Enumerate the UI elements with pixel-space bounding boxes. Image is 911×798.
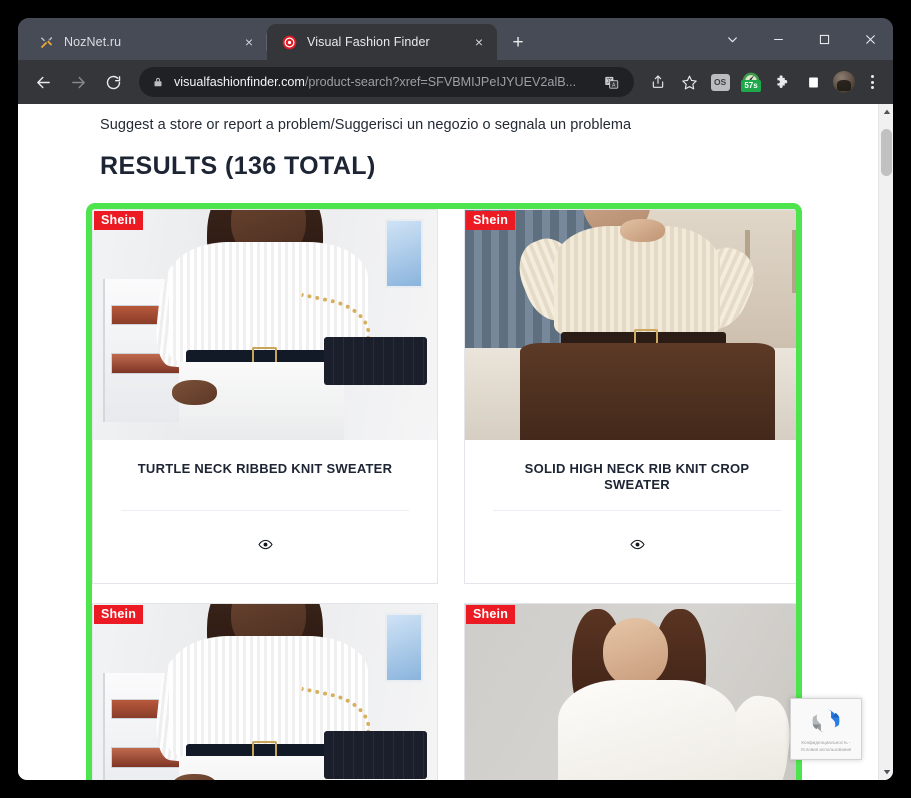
product-card[interactable]: Shein — [464, 603, 796, 780]
minimize-icon[interactable] — [755, 18, 801, 60]
scrollbar-thumb[interactable] — [881, 129, 892, 176]
product-image[interactable]: Shein — [93, 604, 437, 780]
store-badge: Shein — [94, 605, 144, 624]
product-card[interactable]: Shein — [92, 603, 438, 780]
extension-os-label: OS — [710, 73, 730, 91]
maximize-icon[interactable] — [801, 18, 847, 60]
tab-close-button[interactable]: × — [469, 32, 489, 52]
product-actions — [465, 511, 796, 583]
suggest-store-link[interactable]: Suggest a store or report a problem/Sugg… — [100, 104, 878, 133]
translate-icon[interactable]: 文 A — [598, 69, 624, 95]
product-image[interactable]: Shein — [93, 210, 437, 440]
three-dot-menu-icon[interactable] — [859, 68, 885, 96]
store-badge: Shein — [94, 211, 144, 230]
store-badge: Shein — [466, 605, 516, 624]
product-image[interactable]: Shein — [465, 604, 796, 780]
reload-icon[interactable] — [98, 67, 128, 97]
extension-timer-icon[interactable]: 57s — [738, 68, 764, 96]
browser-tab-title: Visual Fashion Finder — [307, 35, 430, 49]
product-title: TURTLE NECK RIBBED KNIT SWEATER — [137, 461, 393, 476]
recaptcha-badge[interactable]: Конфиденциальность - Условия использован… — [790, 698, 862, 760]
side-panel-icon[interactable] — [800, 68, 826, 96]
scroll-up-arrow-icon[interactable] — [879, 104, 893, 120]
new-tab-button[interactable]: + — [504, 28, 532, 56]
page-title: RESULTS (136 TOTAL) — [100, 152, 376, 180]
product-image[interactable]: Shein — [465, 210, 796, 440]
tools-icon — [38, 34, 55, 51]
page-header-area: Suggest a store or report a problem/Sugg… — [18, 104, 878, 181]
product-grid: Shein TURTLE NECK RIBBED KNIT SWEATER Sh… — [92, 209, 796, 780]
store-badge: Shein — [466, 211, 516, 230]
address-bar-text: visualfashionfinder.com/product-search?x… — [174, 75, 596, 89]
close-icon[interactable] — [847, 18, 893, 60]
recaptcha-icon — [812, 709, 840, 733]
results-highlight-frame: Shein TURTLE NECK RIBBED KNIT SWEATER Sh… — [86, 203, 802, 780]
product-photo-illustration — [465, 604, 796, 780]
address-bar-path: /product-search?xref=SFVBMIJPeIJYUEV2alB… — [304, 75, 577, 89]
extension-timer-badge: 57s — [741, 80, 761, 92]
product-photo-illustration — [93, 604, 437, 780]
recaptcha-legal-text: Конфиденциальность - Условия использован… — [798, 738, 855, 753]
product-card[interactable]: Shein SOLID HIGH NECK RIB KNIT CROP SWEA… — [464, 209, 796, 584]
puzzle-piece-icon[interactable] — [769, 68, 795, 96]
product-card[interactable]: Shein TURTLE NECK RIBBED KNIT SWEATER — [92, 209, 438, 584]
window-controls — [709, 18, 893, 60]
page-scrollbar[interactable] — [878, 104, 893, 780]
product-photo-illustration — [93, 210, 437, 440]
web-page: Suggest a store or report a problem/Sugg… — [18, 104, 878, 780]
product-photo-illustration — [465, 210, 796, 440]
browser-window: NozNet.ru × Visual Fashion Finder × + vi… — [18, 18, 893, 780]
share-icon[interactable] — [645, 68, 671, 96]
recaptcha-privacy-line[interactable]: Конфиденциальность - — [801, 740, 852, 747]
tab-search-icon[interactable] — [709, 18, 755, 60]
browser-tab-title: NozNet.ru — [64, 35, 122, 49]
extension-os-icon[interactable]: OS — [707, 68, 733, 96]
star-icon[interactable] — [676, 68, 702, 96]
eye-icon[interactable] — [257, 537, 273, 557]
avatar[interactable] — [833, 71, 855, 93]
tab-strip: NozNet.ru × Visual Fashion Finder × + — [18, 18, 893, 60]
target-icon — [281, 34, 298, 51]
eye-icon[interactable] — [629, 537, 645, 557]
tab-close-button[interactable]: × — [239, 32, 259, 52]
scroll-down-arrow-icon[interactable] — [879, 764, 893, 780]
browser-tab-noznet[interactable]: NozNet.ru × — [24, 24, 267, 60]
browser-tab-visual-fashion-finder[interactable]: Visual Fashion Finder × — [267, 24, 497, 60]
address-bar-host: visualfashionfinder.com — [174, 75, 305, 89]
forward-arrow-icon[interactable] — [63, 67, 93, 97]
product-actions — [93, 511, 437, 583]
lock-icon[interactable] — [152, 76, 164, 88]
address-bar[interactable]: visualfashionfinder.com/product-search?x… — [139, 67, 634, 97]
back-arrow-icon[interactable] — [28, 67, 58, 97]
product-title: SOLID HIGH NECK RIB KNIT CROP SWEATER — [524, 461, 750, 492]
browser-viewport: Suggest a store or report a problem/Sugg… — [18, 104, 893, 780]
browser-toolbar: visualfashionfinder.com/product-search?x… — [18, 60, 893, 104]
recaptcha-terms-line[interactable]: Условия использования — [801, 747, 852, 754]
